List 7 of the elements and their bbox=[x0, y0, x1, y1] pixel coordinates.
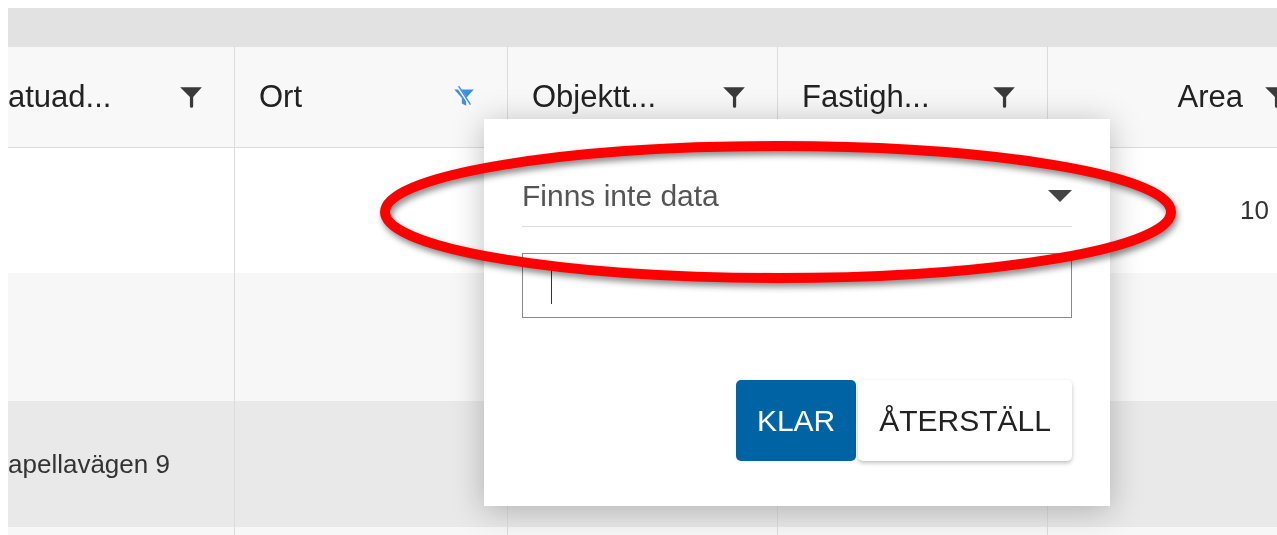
table-cell: 10 bbox=[1240, 195, 1269, 226]
table-cell: apellavägen 9 bbox=[8, 448, 170, 480]
column-label: Objektt... bbox=[532, 79, 658, 115]
column-label: Area bbox=[1177, 79, 1243, 115]
column-label: Ort bbox=[259, 79, 304, 115]
column-label: Fastigh... bbox=[802, 79, 931, 115]
column-label: atuad... bbox=[8, 79, 113, 115]
